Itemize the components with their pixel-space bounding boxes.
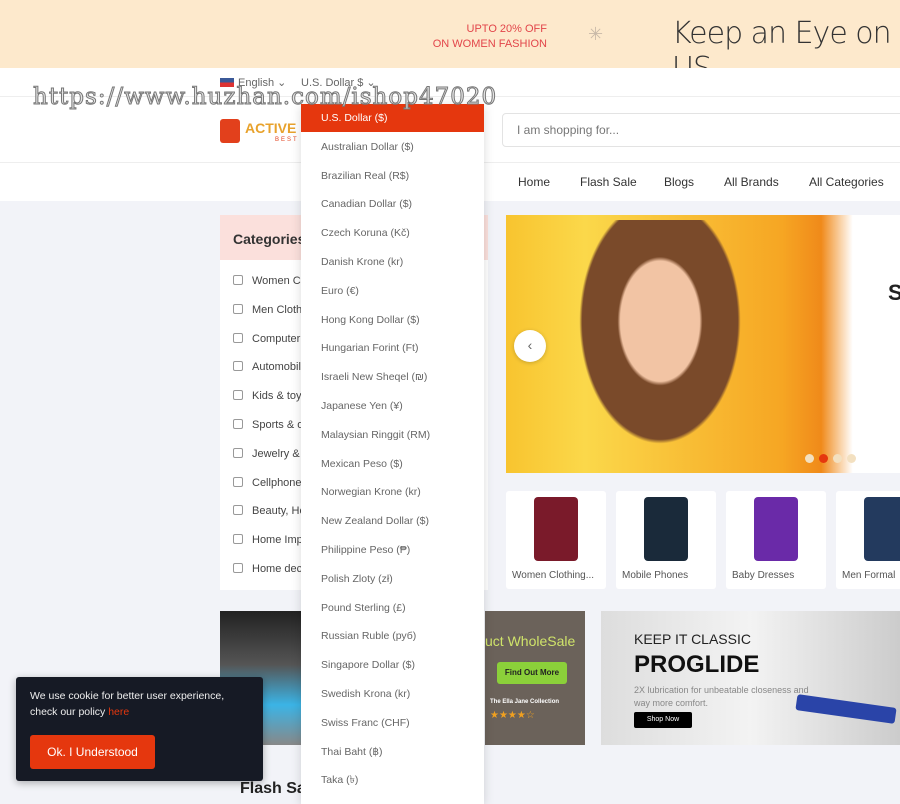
currency-option[interactable]: Brazilian Real (R$): [301, 162, 484, 190]
slider-dot[interactable]: [833, 454, 842, 463]
product-name: Mobile Phones: [622, 570, 689, 581]
currency-option[interactable]: Japanese Yen (¥): [301, 392, 484, 420]
wholesale-caption: The Ella Jane Collection: [490, 699, 560, 705]
rating-stars-icon: ★★★★☆: [490, 710, 535, 721]
category-label: Automobile: [252, 361, 308, 374]
currency-option[interactable]: Hungarian Forint (Ft): [301, 334, 484, 362]
promo-banner[interactable]: UPTO 20% OFF ON WOMEN FASHION ✳ Keep an E…: [0, 0, 900, 86]
category-icon: [233, 534, 243, 545]
currency-option[interactable]: Swiss Franc (CHF): [301, 709, 484, 737]
currency-option[interactable]: Taka (৳): [301, 766, 484, 794]
currency-option[interactable]: Singapore Dollar ($): [301, 651, 484, 679]
cookie-banner: We use cookie for better user experience…: [16, 677, 263, 781]
nav-blogs[interactable]: Blogs: [664, 175, 694, 189]
category-label: Cellphones: [252, 476, 308, 489]
hero-image: [560, 220, 760, 473]
wholesale-title: uct WholeSale: [485, 633, 576, 649]
category-icon: [233, 390, 243, 401]
product-card[interactable]: Men Formal: [836, 491, 900, 589]
category-item[interactable]: Cellphones: [233, 476, 308, 489]
nav-all-categories[interactable]: All Categories: [809, 175, 884, 189]
promo-offer: UPTO 20% OFF ON WOMEN FASHION: [400, 22, 547, 52]
currency-option[interactable]: Danish Krone (kr): [301, 248, 484, 276]
product-image: [864, 497, 900, 561]
currency-option[interactable]: Israeli New Sheqel (₪): [301, 363, 484, 391]
product-image: [644, 497, 688, 561]
category-icon: [233, 505, 243, 516]
product-card[interactable]: Baby Dresses: [726, 491, 826, 589]
logo-subtitle: BEST: [275, 137, 299, 143]
nav-all-brands[interactable]: All Brands: [724, 175, 779, 189]
find-out-more-button[interactable]: Find Out More: [497, 662, 567, 684]
razor-image: [795, 694, 897, 724]
banner-title: PROGLIDE: [634, 651, 760, 678]
currency-option[interactable]: Philippine Peso (₱): [301, 536, 484, 564]
category-icon: [233, 563, 243, 573]
slider-dot[interactable]: [847, 454, 856, 463]
category-label: Computer: [252, 332, 301, 345]
search-input[interactable]: I am shopping for...: [502, 113, 900, 147]
currency-option[interactable]: Mexican Peso ($): [301, 450, 484, 478]
slider-dot-active[interactable]: [819, 454, 828, 463]
currency-option[interactable]: Norwegian Krone (kr): [301, 478, 484, 506]
currency-option[interactable]: Thai Baht (฿): [301, 738, 484, 766]
hero-text: S: [888, 280, 900, 305]
currency-dropdown[interactable]: U.S. Dollar ($) Australian Dollar ($) Braz…: [301, 104, 484, 804]
category-icon: [233, 447, 243, 458]
watermark: https://www.huzhan.com/ishop47020: [32, 84, 498, 111]
product-image: [754, 497, 798, 561]
shop-now-button[interactable]: Shop Now: [634, 712, 692, 728]
product-card[interactable]: Women Clothing...: [506, 491, 606, 589]
nav-flash-sale[interactable]: Flash Sale: [580, 175, 637, 189]
currency-option[interactable]: Malaysian Ringgit (RM): [301, 421, 484, 449]
currency-option[interactable]: New Zealand Dollar ($): [301, 507, 484, 535]
nav-home[interactable]: Home: [518, 175, 550, 189]
product-image: [534, 497, 578, 561]
logo-bag-icon[interactable]: [220, 119, 240, 143]
category-item[interactable]: Computer: [233, 332, 301, 345]
category-icon: [233, 332, 243, 343]
currency-option[interactable]: Canadian Dollar ($): [301, 190, 484, 218]
currency-option[interactable]: Russian Ruble (руб): [301, 622, 484, 650]
currency-option[interactable]: Australian Dollar ($): [301, 133, 484, 161]
logo[interactable]: ACTIVE: [245, 120, 296, 136]
product-name: Women Clothing...: [512, 570, 595, 581]
slider-prev-button[interactable]: ‹: [514, 330, 546, 362]
category-icon: [233, 275, 243, 285]
category-icon: [233, 419, 243, 429]
currency-option[interactable]: Pound Sterling (£): [301, 594, 484, 622]
cookie-policy-link[interactable]: here: [108, 706, 129, 718]
promo-line2: ON WOMEN FASHION: [432, 38, 547, 50]
flash-sale-heading: Flash Sa: [240, 780, 306, 797]
sparkle-icon: ✳: [588, 24, 604, 44]
category-item[interactable]: Kids & toys: [233, 390, 307, 402]
cookie-accept-button[interactable]: Ok. I Understood: [30, 735, 155, 769]
category-item[interactable]: Automobile: [233, 361, 307, 373]
currency-option[interactable]: Swedish Krona (kr): [301, 680, 484, 708]
currency-option[interactable]: Polish Zloty (zł): [301, 565, 484, 593]
banner-kicker: KEEP IT CLASSIC: [634, 631, 751, 647]
cookie-text: We use cookie for better user experience…: [30, 688, 249, 720]
category-icon: [233, 476, 243, 487]
currency-option[interactable]: Hong Kong Dollar ($): [301, 306, 484, 334]
slider-dot[interactable]: [805, 454, 814, 463]
category-icon: [233, 361, 243, 372]
product-name: Men Formal: [842, 570, 896, 581]
currency-option[interactable]: Czech Koruna (Kč): [301, 219, 484, 247]
category-label: Kids & toys: [252, 390, 308, 403]
promo-line1: UPTO 20% OFF: [466, 23, 547, 35]
banner-wholesale[interactable]: uct WholeSale Find Out More The Ella Jan…: [485, 611, 585, 745]
category-icon: [233, 303, 243, 314]
product-card[interactable]: Mobile Phones: [616, 491, 716, 589]
banner-proglide[interactable]: KEEP IT CLASSIC PROGLIDE 2X lubrication …: [601, 611, 900, 745]
product-name: Baby Dresses: [732, 570, 795, 581]
currency-option[interactable]: Euro (€): [301, 277, 484, 305]
